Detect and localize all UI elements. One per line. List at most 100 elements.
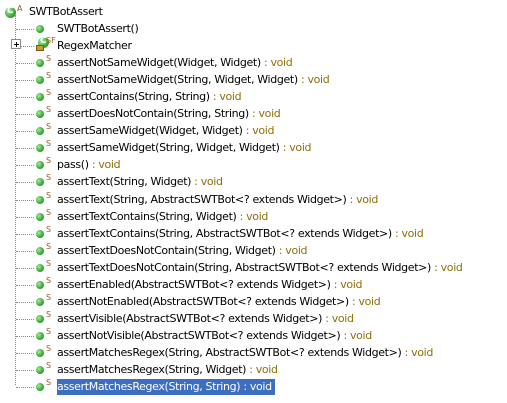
method-label: assertMatchesRegex(String, String) : voi… xyxy=(57,379,275,395)
method-return-type: : void xyxy=(242,124,275,137)
public-method-icon xyxy=(36,144,44,152)
method-return-type: : void xyxy=(330,278,363,291)
outline-tree[interactable]: A SWTBotAssert SWTBotAssert() RegexMatch… xyxy=(0,0,507,403)
method-signature: assertVisible(AbstractSWTBot<? extends W… xyxy=(57,312,323,325)
method-return-type: : void xyxy=(209,90,242,103)
static-modifier-icon: S xyxy=(46,88,52,97)
method-label: assertText(String, AbstractSWTBot<? exte… xyxy=(57,192,378,208)
tree-node-method[interactable]: SassertNotSameWidget(String, Widget, Wid… xyxy=(0,72,507,89)
method-signature: assertSameWidget(Widget, Widget) xyxy=(57,124,243,137)
tree-node-method[interactable]: SassertText(String, AbstractSWTBot<? ext… xyxy=(0,192,507,209)
public-method-icon xyxy=(36,315,44,323)
tree-node-root-class[interactable]: A SWTBotAssert xyxy=(0,4,507,21)
public-method-icon xyxy=(36,247,44,255)
public-method-icon xyxy=(36,161,44,169)
tree-node-method[interactable]: SassertVisible(AbstractSWTBot<? extends … xyxy=(0,311,507,328)
method-signature: assertContains(String, String) xyxy=(57,90,210,103)
public-method-icon xyxy=(36,110,44,118)
tree-node-method[interactable]: SassertTextDoesNotContain(String, Widget… xyxy=(0,243,507,260)
method-label: assertEnabled(AbstractSWTBot<? extends W… xyxy=(57,277,362,293)
method-return-type: : void xyxy=(248,107,281,120)
tree-node-method[interactable]: SassertNotEnabled(AbstractSWTBot<? exten… xyxy=(0,294,507,311)
method-return-type: : void xyxy=(240,380,272,393)
method-signature: assertTextContains(String, AbstractSWTBo… xyxy=(57,227,392,240)
method-signature: assertSameWidget(String, Widget, Widget) xyxy=(57,141,280,154)
static-modifier-icon: S xyxy=(46,310,52,319)
static-modifier-icon: S xyxy=(46,361,52,370)
tree-node-method[interactable]: SassertSameWidget(String, Widget, Widget… xyxy=(0,140,507,157)
method-label: assertSameWidget(String, Widget, Widget)… xyxy=(57,140,312,156)
public-method-icon xyxy=(36,383,44,391)
method-return-type: : void xyxy=(348,295,381,308)
method-signature: assertTextDoesNotContain(String, Widget) xyxy=(57,244,276,257)
tree-node-method[interactable]: SassertSameWidget(Widget, Widget) : void xyxy=(0,123,507,140)
method-return-type: : void xyxy=(260,56,293,69)
method-signature: assertNotSameWidget(Widget, Widget) xyxy=(57,56,261,69)
public-method-icon xyxy=(36,349,44,357)
static-modifier-icon: S xyxy=(46,173,52,182)
public-method-icon xyxy=(36,264,44,272)
tree-node-method[interactable]: SassertMatchesRegex(String, Widget) : vo… xyxy=(0,362,507,379)
public-method-icon xyxy=(36,178,44,186)
tree-node-method[interactable]: SassertMatchesRegex(String, AbstractSWTB… xyxy=(0,345,507,362)
method-label: assertContains(String, String) : void xyxy=(57,89,242,105)
root-class-label: SWTBotAssert xyxy=(29,5,103,18)
method-signature: assertTextContains(String, Widget) xyxy=(57,210,237,223)
method-label: assertNotSameWidget(String, Widget, Widg… xyxy=(57,72,330,88)
static-modifier-icon: S xyxy=(46,259,52,268)
tree-node-method[interactable]: SassertMatchesRegex(String, String) : vo… xyxy=(0,379,507,396)
public-method-icon xyxy=(36,298,44,306)
tree-node-method[interactable]: SassertText(String, Widget) : void xyxy=(0,174,507,191)
static-modifier-icon: S xyxy=(46,276,52,285)
method-label: assertMatchesRegex(String, AbstractSWTBo… xyxy=(57,345,433,361)
method-signature: assertNotVisible(AbstractSWTBot<? extend… xyxy=(57,329,341,342)
method-label: assertTextDoesNotContain(String, Widget)… xyxy=(57,243,308,259)
tree-node-method[interactable]: SassertNotVisible(AbstractSWTBot<? exten… xyxy=(0,328,507,345)
public-method-icon xyxy=(36,93,44,101)
public-method-icon xyxy=(36,76,44,84)
method-label: assertNotEnabled(AbstractSWTBot<? extend… xyxy=(57,294,381,310)
method-signature: assertNotSameWidget(String, Widget, Widg… xyxy=(57,73,298,86)
expand-toggle-icon[interactable] xyxy=(11,39,21,49)
method-label: assertSameWidget(Widget, Widget) : void xyxy=(57,123,274,139)
tree-node-constructor[interactable]: SWTBotAssert() xyxy=(0,21,507,38)
tree-node-method[interactable]: SassertTextDoesNotContain(String, Abstra… xyxy=(0,260,507,277)
tree-node-method[interactable]: Spass() : void xyxy=(0,157,507,174)
public-method-icon xyxy=(36,59,44,67)
method-label: assertDoesNotContain(String, String) : v… xyxy=(57,106,281,122)
tree-node-method[interactable]: SassertContains(String, String) : void xyxy=(0,89,507,106)
tree-node-method[interactable]: SassertNotSameWidget(Widget, Widget) : v… xyxy=(0,55,507,72)
method-signature: assertEnabled(AbstractSWTBot<? extends W… xyxy=(57,278,331,291)
tree-node-method[interactable]: SassertEnabled(AbstractSWTBot<? extends … xyxy=(0,277,507,294)
method-return-type: : void xyxy=(275,244,308,257)
method-signature: assertMatchesRegex(String, AbstractSWTBo… xyxy=(57,346,402,359)
method-label: assertVisible(AbstractSWTBot<? extends W… xyxy=(57,311,354,327)
method-return-type: : void xyxy=(340,329,372,342)
static-modifier-icon: S xyxy=(46,293,52,302)
tree-node-inner-class[interactable]: RegexMatcher xyxy=(0,38,507,55)
public-method-icon xyxy=(36,332,44,340)
method-return-type: : void xyxy=(346,193,379,206)
abstract-modifier-icon: A xyxy=(17,4,23,13)
method-signature: assertMatchesRegex(String, Widget) xyxy=(57,363,247,376)
static-modifier-icon: S xyxy=(46,327,52,336)
public-method-icon xyxy=(36,196,44,204)
method-label: assertTextContains(String, AbstractSWTBo… xyxy=(57,226,424,242)
static-modifier-icon: S xyxy=(46,71,52,80)
method-signature: assertText(String, AbstractSWTBot<? exte… xyxy=(57,193,347,206)
method-label: pass() : void xyxy=(57,157,121,173)
method-return-type: : void xyxy=(236,210,269,223)
method-label: assertMatchesRegex(String, Widget) : voi… xyxy=(57,362,278,378)
key-overlay-icon xyxy=(36,45,44,51)
public-method-icon xyxy=(36,127,44,135)
method-label: assertTextContains(String, Widget) : voi… xyxy=(57,209,268,225)
method-label: assertNotSameWidget(Widget, Widget) : vo… xyxy=(57,55,293,71)
tree-node-method[interactable]: SassertDoesNotContain(String, String) : … xyxy=(0,106,507,123)
public-method-icon xyxy=(36,366,44,374)
public-method-icon xyxy=(36,213,44,221)
method-return-type: : void xyxy=(431,261,463,274)
tree-node-method[interactable]: SassertTextContains(String, AbstractSWTB… xyxy=(0,226,507,243)
method-return-type: : void xyxy=(88,158,121,171)
tree-node-method[interactable]: SassertTextContains(String, Widget) : vo… xyxy=(0,209,507,226)
method-return-type: : void xyxy=(322,312,354,325)
